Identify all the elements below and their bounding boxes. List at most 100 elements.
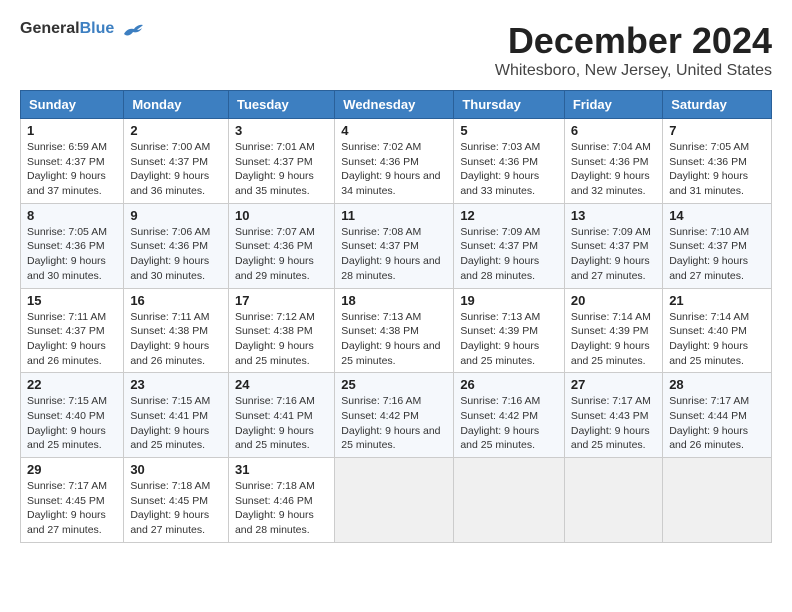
weekday-header-saturday: Saturday xyxy=(663,91,772,119)
day-info: Sunrise: 7:01 AMSunset: 4:37 PMDaylight:… xyxy=(235,140,328,199)
day-info: Sunrise: 7:05 AMSunset: 4:36 PMDaylight:… xyxy=(27,225,117,284)
calendar-cell: 3 Sunrise: 7:01 AMSunset: 4:37 PMDaylight… xyxy=(228,119,334,204)
week-row-3: 15 Sunrise: 7:11 AMSunset: 4:37 PMDayligh… xyxy=(21,288,772,373)
week-row-5: 29 Sunrise: 7:17 AMSunset: 4:45 PMDayligh… xyxy=(21,458,772,543)
day-info: Sunrise: 7:15 AMSunset: 4:40 PMDaylight:… xyxy=(27,394,117,453)
calendar-cell: 14 Sunrise: 7:10 AMSunset: 4:37 PMDayligh… xyxy=(663,203,772,288)
day-info: Sunrise: 7:16 AMSunset: 4:41 PMDaylight:… xyxy=(235,394,328,453)
week-row-4: 22Sunrise: 7:15 AMSunset: 4:40 PMDayligh… xyxy=(21,373,772,458)
calendar-cell: 17 Sunrise: 7:12 AMSunset: 4:38 PMDayligh… xyxy=(228,288,334,373)
calendar-cell: 7 Sunrise: 7:05 AMSunset: 4:36 PMDaylight… xyxy=(663,119,772,204)
day-number: 16 xyxy=(130,293,222,308)
day-number: 7 xyxy=(669,123,765,138)
day-info: Sunrise: 7:16 AMSunset: 4:42 PMDaylight:… xyxy=(341,394,447,453)
calendar-cell: 20 Sunrise: 7:14 AMSunset: 4:39 PMDayligh… xyxy=(564,288,662,373)
day-info: Sunrise: 7:18 AMSunset: 4:46 PMDaylight:… xyxy=(235,479,328,538)
weekday-header-row: SundayMondayTuesdayWednesdayThursdayFrid… xyxy=(21,91,772,119)
weekday-header-monday: Monday xyxy=(124,91,229,119)
day-info: Sunrise: 7:17 AMSunset: 4:43 PMDaylight:… xyxy=(571,394,656,453)
calendar-cell: 21 Sunrise: 7:14 AMSunset: 4:40 PMDayligh… xyxy=(663,288,772,373)
day-number: 30 xyxy=(130,462,222,477)
day-info: Sunrise: 7:10 AMSunset: 4:37 PMDaylight:… xyxy=(669,225,765,284)
day-info: Sunrise: 7:08 AMSunset: 4:37 PMDaylight:… xyxy=(341,225,447,284)
calendar-cell: 24 Sunrise: 7:16 AMSunset: 4:41 PMDayligh… xyxy=(228,373,334,458)
day-number: 29 xyxy=(27,462,117,477)
day-info: Sunrise: 7:09 AMSunset: 4:37 PMDaylight:… xyxy=(571,225,656,284)
logo-bird-icon xyxy=(122,20,144,38)
day-info: Sunrise: 7:12 AMSunset: 4:38 PMDaylight:… xyxy=(235,310,328,369)
logo-blue: Blue xyxy=(80,20,115,37)
calendar-cell xyxy=(564,458,662,543)
day-number: 15 xyxy=(27,293,117,308)
day-number: 28 xyxy=(669,377,765,392)
day-number: 17 xyxy=(235,293,328,308)
week-row-2: 8Sunrise: 7:05 AMSunset: 4:36 PMDaylight… xyxy=(21,203,772,288)
calendar-cell xyxy=(335,458,454,543)
day-info: Sunrise: 7:04 AMSunset: 4:36 PMDaylight:… xyxy=(571,140,656,199)
day-info: Sunrise: 7:00 AMSunset: 4:37 PMDaylight:… xyxy=(130,140,222,199)
calendar-cell: 6 Sunrise: 7:04 AMSunset: 4:36 PMDaylight… xyxy=(564,119,662,204)
calendar-cell: 29 Sunrise: 7:17 AMSunset: 4:45 PMDayligh… xyxy=(21,458,124,543)
day-info: Sunrise: 7:05 AMSunset: 4:36 PMDaylight:… xyxy=(669,140,765,199)
calendar-cell: 27 Sunrise: 7:17 AMSunset: 4:43 PMDayligh… xyxy=(564,373,662,458)
day-info: Sunrise: 7:03 AMSunset: 4:36 PMDaylight:… xyxy=(460,140,558,199)
calendar-cell: 22Sunrise: 7:15 AMSunset: 4:40 PMDayligh… xyxy=(21,373,124,458)
day-number: 20 xyxy=(571,293,656,308)
day-number: 11 xyxy=(341,208,447,223)
logo-general: General xyxy=(20,20,80,37)
calendar-cell: 30Sunrise: 7:18 AMSunset: 4:45 PMDayligh… xyxy=(124,458,229,543)
day-number: 31 xyxy=(235,462,328,477)
day-info: Sunrise: 7:11 AMSunset: 4:38 PMDaylight:… xyxy=(130,310,222,369)
calendar-cell: 9Sunrise: 7:06 AMSunset: 4:36 PMDaylight… xyxy=(124,203,229,288)
day-info: Sunrise: 7:14 AMSunset: 4:40 PMDaylight:… xyxy=(669,310,765,369)
day-number: 12 xyxy=(460,208,558,223)
day-number: 21 xyxy=(669,293,765,308)
subtitle: Whitesboro, New Jersey, United States xyxy=(495,62,772,80)
day-number: 6 xyxy=(571,123,656,138)
day-info: Sunrise: 7:02 AMSunset: 4:36 PMDaylight:… xyxy=(341,140,447,199)
day-number: 14 xyxy=(669,208,765,223)
day-number: 24 xyxy=(235,377,328,392)
day-number: 26 xyxy=(460,377,558,392)
day-number: 1 xyxy=(27,123,117,138)
title-section: December 2024 Whitesboro, New Jersey, Un… xyxy=(495,20,772,80)
calendar-cell: 13 Sunrise: 7:09 AMSunset: 4:37 PMDayligh… xyxy=(564,203,662,288)
calendar-cell: 11 Sunrise: 7:08 AMSunset: 4:37 PMDayligh… xyxy=(335,203,454,288)
calendar-cell: 8Sunrise: 7:05 AMSunset: 4:36 PMDaylight… xyxy=(21,203,124,288)
main-title: December 2024 xyxy=(495,20,772,62)
weekday-header-thursday: Thursday xyxy=(454,91,565,119)
weekday-header-friday: Friday xyxy=(564,91,662,119)
day-info: Sunrise: 6:59 AMSunset: 4:37 PMDaylight:… xyxy=(27,140,117,199)
calendar-cell: 19Sunrise: 7:13 AMSunset: 4:39 PMDayligh… xyxy=(454,288,565,373)
day-number: 13 xyxy=(571,208,656,223)
calendar-cell xyxy=(663,458,772,543)
day-info: Sunrise: 7:13 AMSunset: 4:39 PMDaylight:… xyxy=(460,310,558,369)
calendar-cell: 16 Sunrise: 7:11 AMSunset: 4:38 PMDayligh… xyxy=(124,288,229,373)
day-number: 27 xyxy=(571,377,656,392)
calendar-cell: 26 Sunrise: 7:16 AMSunset: 4:42 PMDayligh… xyxy=(454,373,565,458)
day-number: 3 xyxy=(235,123,328,138)
day-info: Sunrise: 7:16 AMSunset: 4:42 PMDaylight:… xyxy=(460,394,558,453)
calendar-cell: 25 Sunrise: 7:16 AMSunset: 4:42 PMDayligh… xyxy=(335,373,454,458)
logo: GeneralBlue xyxy=(20,20,144,38)
day-info: Sunrise: 7:14 AMSunset: 4:39 PMDaylight:… xyxy=(571,310,656,369)
day-number: 25 xyxy=(341,377,447,392)
day-info: Sunrise: 7:15 AMSunset: 4:41 PMDaylight:… xyxy=(130,394,222,453)
weekday-header-wednesday: Wednesday xyxy=(335,91,454,119)
calendar-cell: 12 Sunrise: 7:09 AMSunset: 4:37 PMDayligh… xyxy=(454,203,565,288)
day-info: Sunrise: 7:17 AMSunset: 4:44 PMDaylight:… xyxy=(669,394,765,453)
day-info: Sunrise: 7:07 AMSunset: 4:36 PMDaylight:… xyxy=(235,225,328,284)
calendar-cell: 15 Sunrise: 7:11 AMSunset: 4:37 PMDayligh… xyxy=(21,288,124,373)
day-info: Sunrise: 7:17 AMSunset: 4:45 PMDaylight:… xyxy=(27,479,117,538)
calendar-cell: 1 Sunrise: 6:59 AMSunset: 4:37 PMDaylight… xyxy=(21,119,124,204)
weekday-header-tuesday: Tuesday xyxy=(228,91,334,119)
day-number: 9 xyxy=(130,208,222,223)
day-info: Sunrise: 7:13 AMSunset: 4:38 PMDaylight:… xyxy=(341,310,447,369)
calendar-cell xyxy=(454,458,565,543)
calendar-cell: 10Sunrise: 7:07 AMSunset: 4:36 PMDayligh… xyxy=(228,203,334,288)
calendar-cell: 28 Sunrise: 7:17 AMSunset: 4:44 PMDayligh… xyxy=(663,373,772,458)
day-info: Sunrise: 7:11 AMSunset: 4:37 PMDaylight:… xyxy=(27,310,117,369)
week-row-1: 1 Sunrise: 6:59 AMSunset: 4:37 PMDaylight… xyxy=(21,119,772,204)
logo-text: GeneralBlue xyxy=(20,20,144,38)
day-info: Sunrise: 7:09 AMSunset: 4:37 PMDaylight:… xyxy=(460,225,558,284)
